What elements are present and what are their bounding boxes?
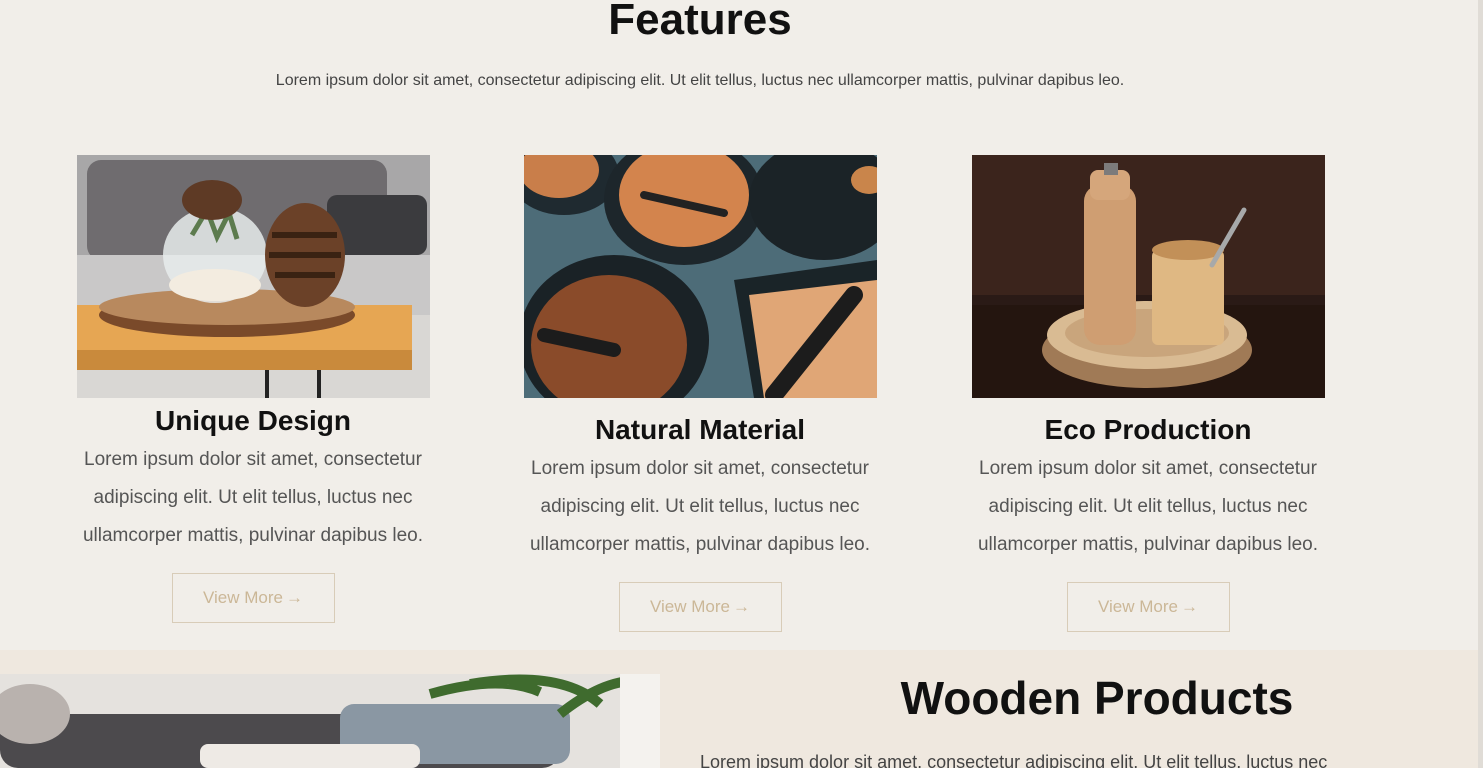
view-more-label: View More xyxy=(1098,597,1178,616)
card-text: Lorem ipsum dolor sit amet, consectetur … xyxy=(529,458,871,555)
arrow-right-icon: → xyxy=(1181,597,1198,616)
unique-design-image xyxy=(76,155,430,398)
card-title: Natural Material xyxy=(594,414,806,445)
features-title: Features xyxy=(608,0,792,44)
card-title: Unique Design xyxy=(154,405,351,436)
feature-card-unique-design: Unique Design Lorem ipsum dolor sit amet… xyxy=(63,155,443,623)
card-text: Lorem ipsum dolor sit amet, consectetur … xyxy=(82,449,424,546)
features-subtitle: Lorem ipsum dolor sit amet, consectetur … xyxy=(275,72,1125,89)
view-more-button[interactable]: View More → xyxy=(1066,582,1230,632)
scrollbar[interactable] xyxy=(1478,0,1483,768)
page: Features Lorem ipsum dolor sit amet, con… xyxy=(0,0,1483,768)
natural-material-image xyxy=(523,155,877,398)
view-more-button[interactable]: View More → xyxy=(618,582,782,632)
wooden-products-title: Wooden Products xyxy=(900,672,1294,724)
view-more-button[interactable]: View More → xyxy=(171,573,335,623)
eco-production-image xyxy=(971,155,1325,398)
wooden-products-image xyxy=(0,674,660,768)
card-text: Lorem ipsum dolor sit amet, consectetur … xyxy=(977,458,1319,555)
view-more-label: View More xyxy=(650,597,730,616)
feature-card-eco-production: Eco Production Lorem ipsum dolor sit ame… xyxy=(958,155,1338,632)
arrow-right-icon: → xyxy=(286,588,303,607)
card-title: Eco Production xyxy=(1044,414,1252,445)
feature-card-natural-material: Natural Material Lorem ipsum dolor sit a… xyxy=(510,155,890,632)
wooden-products-text: Lorem ipsum dolor sit amet, consectetur … xyxy=(700,752,1328,768)
arrow-right-icon: → xyxy=(733,597,750,616)
view-more-label: View More xyxy=(203,588,283,607)
